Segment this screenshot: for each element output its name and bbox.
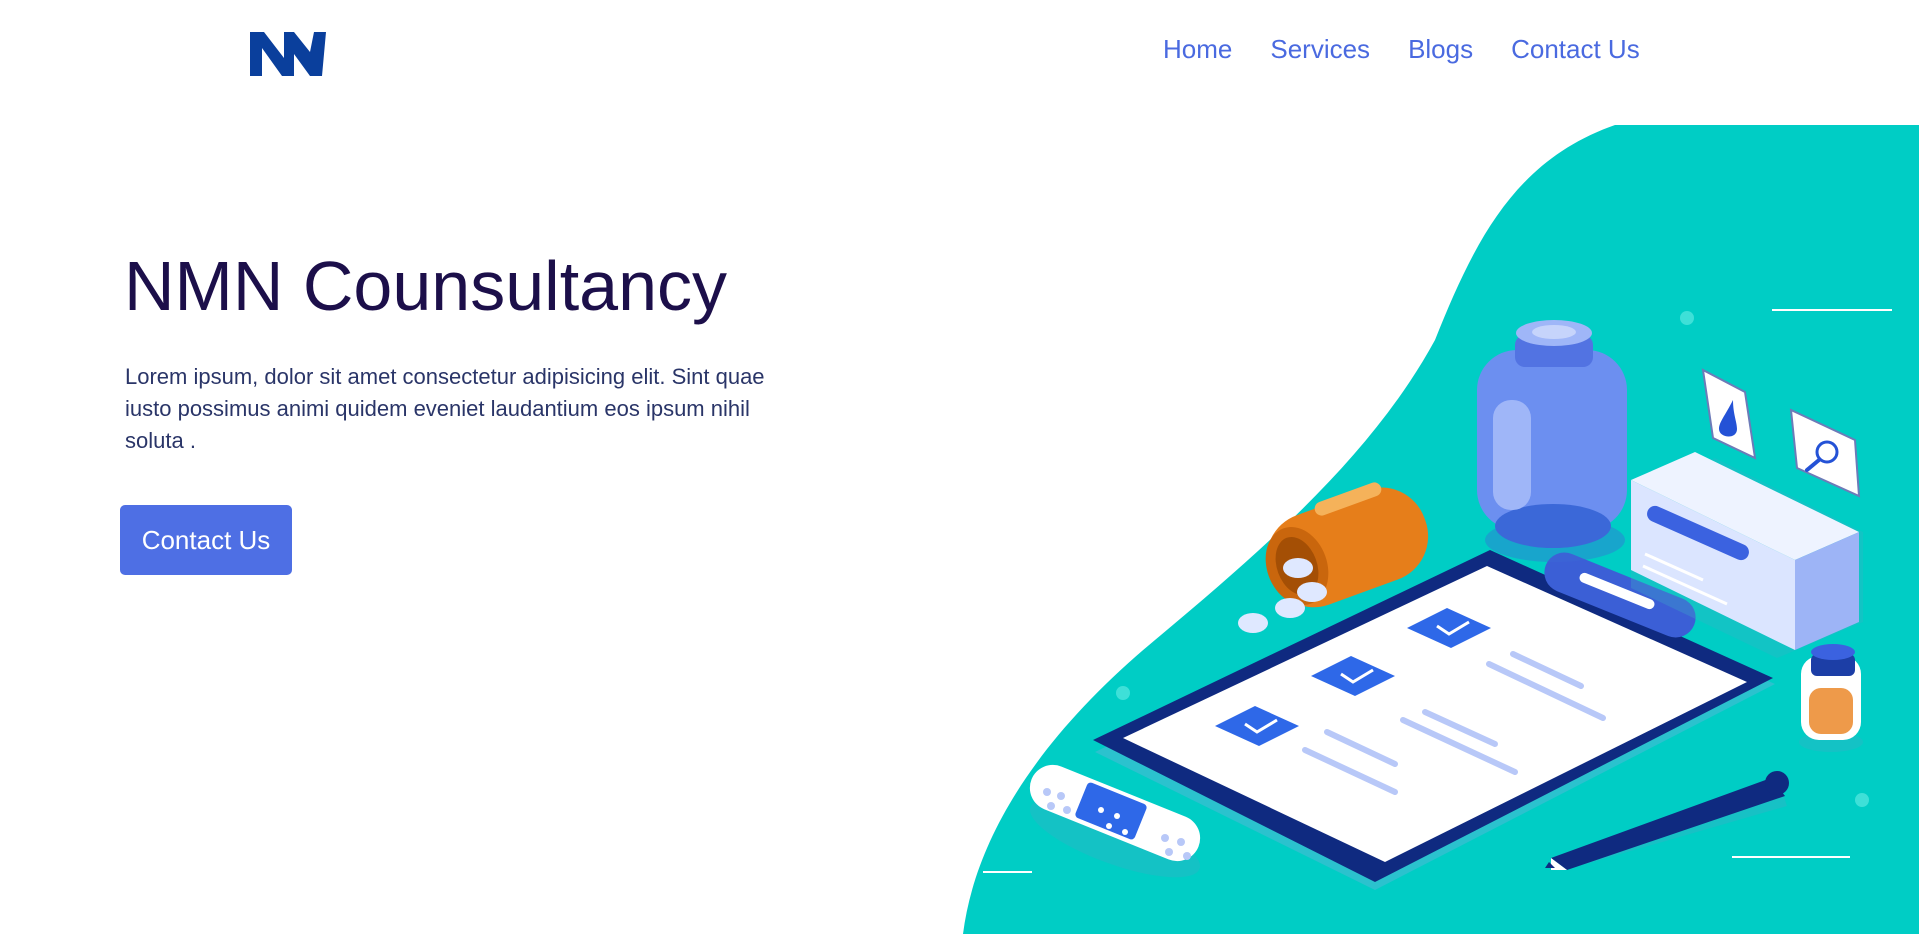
hero-title: NMN Counsultancy [124, 247, 727, 325]
logo-mark [250, 32, 326, 76]
nav-blogs[interactable]: Blogs [1408, 34, 1473, 65]
pill-bottle-icon [1477, 320, 1627, 562]
nav-services[interactable]: Services [1270, 34, 1370, 65]
nav-contact-us[interactable]: Contact Us [1511, 34, 1640, 65]
nav-home[interactable]: Home [1163, 34, 1232, 65]
contact-us-button[interactable]: Contact Us [120, 505, 292, 575]
hero-illustration [963, 125, 1919, 934]
main-nav: Home Services Blogs Contact Us [1163, 34, 1640, 65]
vial-icon [1799, 644, 1863, 752]
decor-dot [1855, 793, 1869, 807]
decor-dot [1116, 686, 1130, 700]
brand-logo[interactable] [248, 28, 328, 80]
hero-description: Lorem ipsum, dolor sit amet consectetur … [125, 364, 765, 453]
decor-dot [1680, 311, 1694, 325]
